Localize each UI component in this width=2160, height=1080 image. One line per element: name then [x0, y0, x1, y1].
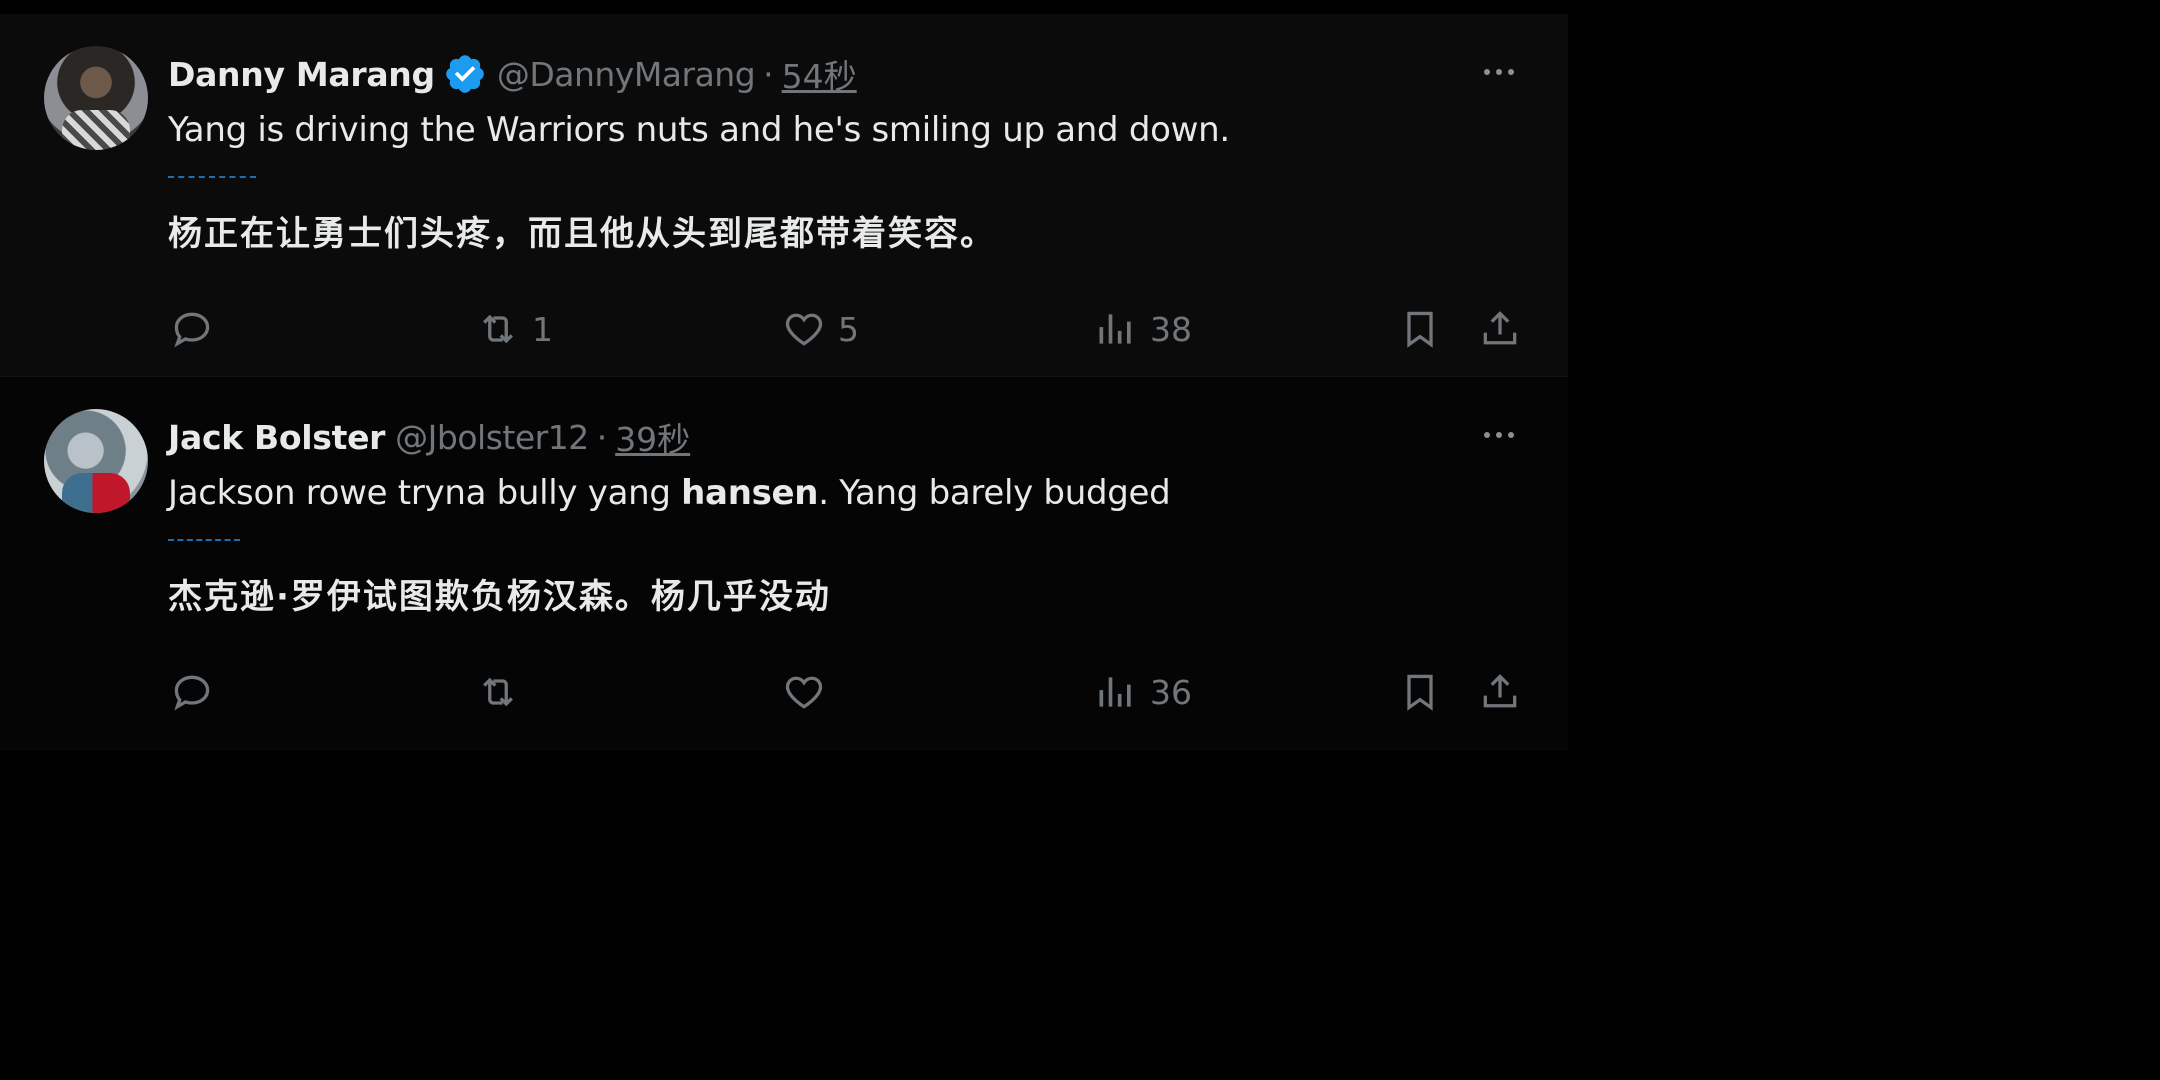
bookmark-button[interactable]: [1398, 667, 1442, 717]
like-icon: [785, 313, 823, 346]
like-count: 5: [838, 309, 859, 349]
share-button[interactable]: [1478, 667, 1522, 717]
tweet-text: Yang is driving the Warriors nuts and he…: [168, 110, 1230, 150]
author-handle[interactable]: @DannyMarang: [497, 55, 756, 94]
views-icon: [1099, 677, 1131, 707]
reply-icon: [174, 312, 210, 348]
tweet-text-bold: hansen: [681, 473, 819, 513]
retweet-icon: [483, 314, 513, 344]
action-bar: 36: [0, 667, 1568, 717]
timestamp[interactable]: 54秒: [782, 50, 857, 98]
share-icon: [1483, 674, 1517, 708]
timestamp[interactable]: 39秒: [615, 413, 690, 461]
bookmark-icon: [1407, 674, 1433, 711]
bookmark-icon: [1407, 311, 1433, 348]
author-name[interactable]: Jack Bolster: [168, 418, 385, 457]
share-icon: [1483, 311, 1517, 345]
tweet-header: Jack Bolster @Jbolster12 · 39秒: [168, 417, 690, 460]
retweet-button[interactable]: 1: [476, 304, 553, 354]
views-icon: [1099, 314, 1131, 344]
retweet-icon: [483, 677, 513, 707]
bookmark-button[interactable]: [1398, 304, 1442, 354]
view-count: 36: [1150, 672, 1192, 712]
translation-divider: [168, 176, 256, 178]
reply-button[interactable]: [170, 667, 226, 717]
author-name[interactable]: Danny Marang: [168, 55, 435, 94]
tweet-translation: 杰克逊·罗伊试图欺负杨汉森。杨几乎没动: [168, 577, 831, 617]
action-bar: 1 5 38: [0, 304, 1568, 354]
reply-button[interactable]: [170, 304, 226, 354]
tweet[interactable]: Jack Bolster @Jbolster12 · 39秒 Jackson r…: [0, 377, 1568, 751]
tweet-text: Jackson rowe tryna bully yang hansen. Ya…: [168, 473, 1171, 513]
separator-dot: ·: [763, 54, 774, 94]
avatar[interactable]: [44, 409, 148, 513]
separator-dot: ·: [596, 417, 608, 457]
like-icon: [785, 676, 823, 709]
tweet[interactable]: Danny Marang @DannyMarang · 54秒 Yang is …: [0, 14, 1568, 377]
author-handle[interactable]: @Jbolster12: [395, 418, 589, 457]
like-button[interactable]: [782, 667, 838, 717]
translation-divider: [168, 539, 240, 541]
verified-badge-icon: [446, 55, 484, 93]
view-count: 38: [1150, 309, 1192, 349]
like-button[interactable]: 5: [782, 304, 859, 354]
tweet-translation: 杨正在让勇士们头疼，而且他从头到尾都带着笑容。: [168, 214, 996, 254]
timeline: Danny Marang @DannyMarang · 54秒 Yang is …: [0, 14, 1568, 751]
tweet-header: Danny Marang @DannyMarang · 54秒: [168, 54, 857, 97]
views-button[interactable]: 36: [1094, 667, 1192, 717]
reply-icon: [174, 675, 210, 711]
more-icon[interactable]: [1476, 417, 1522, 453]
tweet-text-part: . Yang barely budged: [818, 473, 1171, 513]
retweet-button[interactable]: [476, 667, 532, 717]
more-icon[interactable]: [1476, 54, 1522, 90]
share-button[interactable]: [1478, 304, 1522, 354]
retweet-count: 1: [532, 309, 553, 349]
tweet-text-part: Jackson rowe tryna bully yang: [168, 473, 682, 513]
views-button[interactable]: 38: [1094, 304, 1192, 354]
avatar[interactable]: [44, 46, 148, 150]
